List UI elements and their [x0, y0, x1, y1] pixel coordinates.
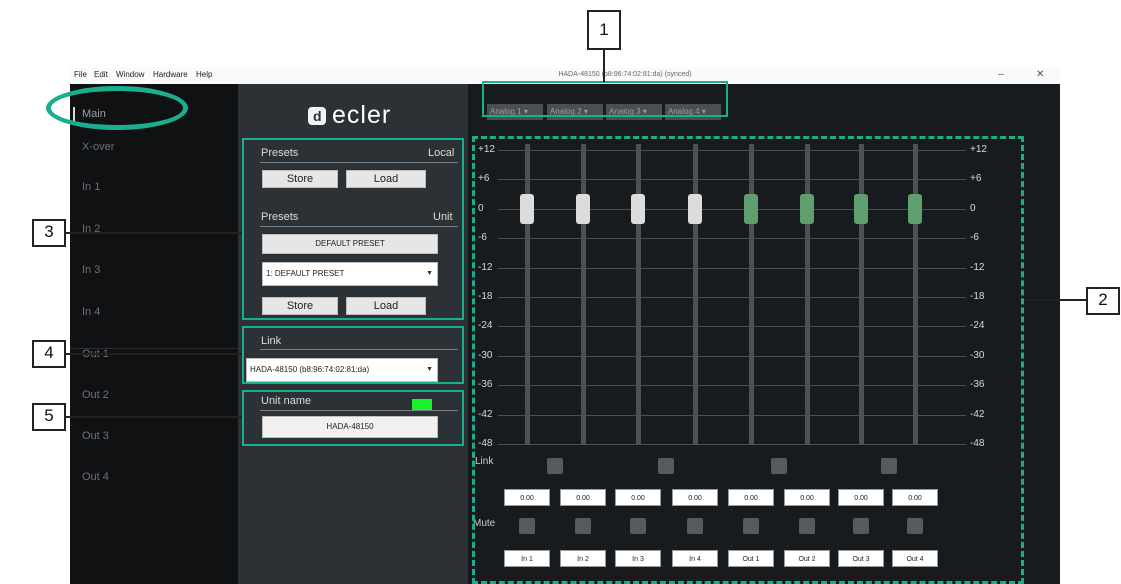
sidebar-item-in-4[interactable]: In 4	[82, 306, 100, 318]
sidebar-item-out-2[interactable]: Out 2	[82, 389, 109, 401]
sidebar-item-out-4[interactable]: Out 4	[82, 471, 109, 483]
sidebar-item-out-3[interactable]: Out 3	[82, 430, 109, 442]
menu-edit[interactable]: Edit	[94, 70, 108, 79]
sidebar-item-in-1[interactable]: In 1	[82, 181, 100, 193]
sidebar: Main X-over In 1 In 2 In 3 In 4 Out 1 Ou…	[70, 84, 238, 584]
menu-file[interactable]: File	[74, 70, 87, 79]
sidebar-item-in-3[interactable]: In 3	[82, 264, 100, 276]
tabs-highlight-box	[482, 81, 728, 117]
main-highlight-ellipse	[46, 86, 188, 130]
callout-2: 2	[1086, 287, 1120, 315]
menu-hardware[interactable]: Hardware	[153, 70, 188, 79]
mixer-highlight-box	[472, 136, 1024, 584]
link-highlight-box	[242, 326, 464, 384]
callout-1: 1	[587, 10, 621, 50]
unit-name-highlight-box	[242, 390, 464, 446]
callout-5: 5	[32, 403, 66, 431]
callout-leader	[66, 232, 242, 234]
callout-4: 4	[32, 340, 66, 368]
callout-leader	[1024, 299, 1086, 301]
window-title: HADA-48150 (b8:96:74:02:81:da) (synced)	[558, 71, 692, 78]
minimize-button[interactable]: –	[998, 69, 1004, 80]
callout-leader	[66, 416, 242, 418]
callout-leader	[66, 353, 242, 355]
presets-highlight-box	[242, 138, 464, 320]
menu-window[interactable]: Window	[116, 70, 144, 79]
callout-3: 3	[32, 219, 66, 247]
callout-leader	[603, 50, 605, 82]
menu-help[interactable]: Help	[196, 70, 212, 79]
ecler-logo-mark: d	[308, 107, 326, 125]
ecler-logo-text: ecler	[332, 101, 392, 129]
close-button[interactable]: ✕	[1036, 69, 1044, 80]
sidebar-item-x-over[interactable]: X-over	[82, 141, 114, 153]
